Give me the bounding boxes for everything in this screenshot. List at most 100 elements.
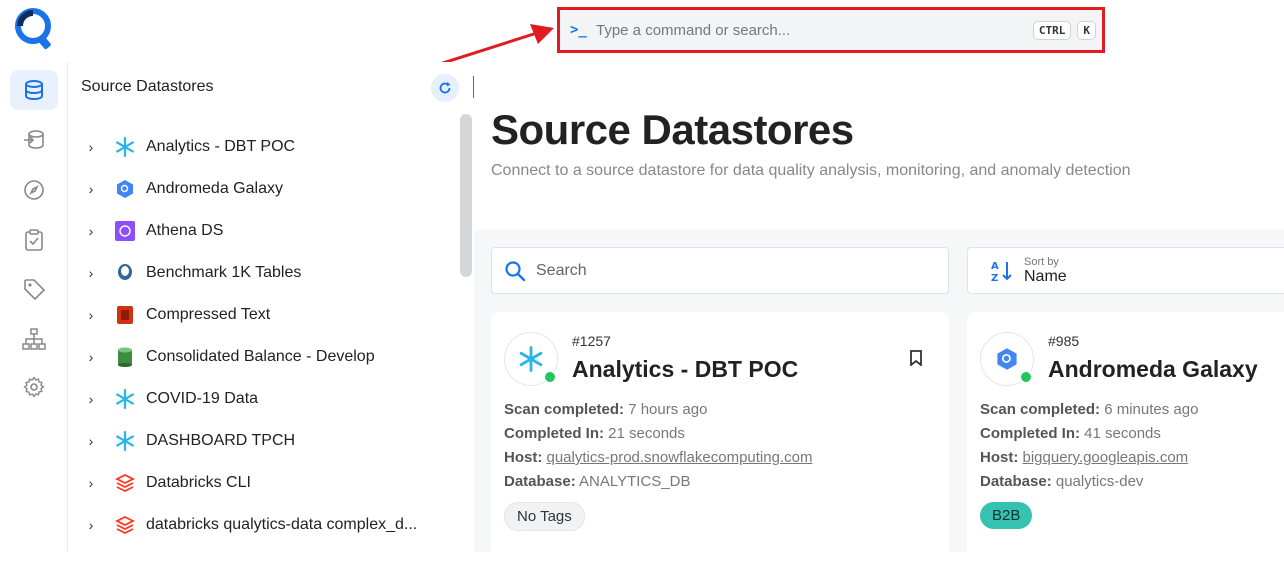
bookmark-icon[interactable]	[909, 350, 923, 366]
tree-item-label: Athena DS	[146, 222, 224, 239]
tree-item-label: Compressed Text	[146, 306, 271, 323]
tree-item-databricks-qualytics-data[interactable]: › databricks qualytics-data complex_d...	[68, 504, 458, 546]
completed-value: 41 seconds	[1084, 425, 1161, 442]
terminal-prompt-icon: >_	[570, 22, 587, 38]
tree-scrollbar[interactable]	[460, 114, 472, 277]
sort-dropdown[interactable]: AZ Sort by Name	[967, 247, 1284, 294]
tag-badge[interactable]: B2B	[980, 502, 1033, 529]
database-icon	[25, 80, 43, 101]
rail-item-flows[interactable]	[10, 319, 58, 359]
snowflake-icon	[114, 430, 136, 452]
snowflake-icon	[114, 388, 136, 410]
datastore-meta: Scan completed: 6 minutes ago Completed …	[980, 398, 1198, 494]
shortcut-key-k: K	[1077, 20, 1096, 40]
host-label: Host:	[980, 449, 1019, 466]
datastore-name[interactable]: Analytics - DBT POC	[572, 356, 798, 383]
command-search-bar[interactable]: >_ Type a command or search... CTRL K	[557, 7, 1105, 53]
s3-icon	[114, 304, 136, 326]
completed-value: 21 seconds	[608, 425, 685, 442]
search-placeholder: Search	[536, 261, 587, 279]
tree-list: › Analytics - DBT POC › Andromeda Galaxy…	[68, 126, 458, 546]
tree-item-analytics-dbt-poc[interactable]: › Analytics - DBT POC	[68, 126, 458, 168]
sort-alpha-icon: AZ	[991, 261, 1012, 283]
tree-item-dashboard-tpch[interactable]: › DASHBOARD TPCH	[68, 420, 458, 462]
chevron-right-icon[interactable]: ›	[68, 433, 114, 449]
sort-caption: Sort by	[1024, 255, 1059, 268]
tree-item-label: Analytics - DBT POC	[146, 138, 296, 155]
tree-item-andromeda-galaxy[interactable]: › Andromeda Galaxy	[68, 168, 458, 210]
datastore-id: #1257	[572, 333, 611, 349]
scan-value: 7 hours ago	[628, 401, 708, 418]
tree-item-label: Consolidated Balance - Develop	[146, 348, 375, 365]
sort-value: Name	[1024, 267, 1067, 285]
tree-item-databricks-cli[interactable]: › Databricks CLI	[68, 462, 458, 504]
refresh-button[interactable]	[431, 74, 459, 102]
shortcut-key-ctrl: CTRL	[1032, 20, 1072, 40]
svg-text:A: A	[991, 261, 999, 272]
tree-item-label: Databricks CLI	[146, 474, 251, 491]
datastore-id: #985	[1048, 333, 1080, 349]
chevron-right-icon[interactable]: ›	[68, 475, 114, 491]
datastore-card[interactable]: #1257 Analytics - DBT POC Scan completed…	[491, 312, 949, 572]
tag-badge[interactable]: No Tags	[504, 502, 585, 531]
datastore-card[interactable]: #985 Andromeda Galaxy Scan completed: 6 …	[967, 312, 1284, 572]
chevron-right-icon[interactable]: ›	[68, 391, 114, 407]
datastore-meta: Scan completed: 7 hours ago Completed In…	[504, 398, 812, 494]
athena-icon	[114, 220, 136, 242]
scan-label: Scan completed:	[504, 401, 625, 418]
status-online-dot	[1019, 370, 1033, 384]
page-title: Source Datastores	[491, 106, 854, 153]
rail-item-tags[interactable]	[10, 269, 58, 309]
tree-item-compressed-text[interactable]: › Compressed Text	[68, 294, 458, 336]
host-link[interactable]: qualytics-prod.snowflakecomputing.com	[547, 449, 813, 466]
rail-item-checks[interactable]	[10, 220, 58, 260]
database-label: Database:	[504, 473, 576, 490]
chevron-right-icon[interactable]: ›	[68, 223, 114, 239]
hierarchy-icon	[22, 328, 46, 350]
datastore-search-input[interactable]: Search	[491, 247, 949, 294]
host-label: Host:	[504, 449, 543, 466]
compass-icon	[24, 180, 44, 200]
page-header: Source Datastores Connect to a source da…	[474, 62, 1284, 230]
app-logo[interactable]	[14, 6, 56, 52]
host-link[interactable]: bigquery.googleapis.com	[1023, 449, 1189, 466]
chevron-right-icon[interactable]: ›	[68, 139, 114, 155]
chevron-right-icon[interactable]: ›	[68, 517, 114, 533]
bigquery-icon	[114, 178, 136, 200]
chevron-right-icon[interactable]: ›	[68, 265, 114, 281]
postgres-icon	[114, 262, 136, 284]
refresh-icon	[439, 82, 451, 94]
svg-text:Z: Z	[991, 273, 998, 283]
left-rail-nav	[0, 62, 68, 552]
scan-label: Scan completed:	[980, 401, 1101, 418]
chevron-right-icon[interactable]: ›	[68, 181, 114, 197]
rail-item-enrichment-datastores[interactable]	[10, 120, 58, 160]
scan-value: 6 minutes ago	[1104, 401, 1199, 418]
tree-item-consolidated-balance-develop[interactable]: › Consolidated Balance - Develop	[68, 336, 458, 378]
rail-item-source-datastores[interactable]	[10, 70, 58, 110]
datastore-name[interactable]: Andromeda Galaxy	[1048, 356, 1258, 383]
gear-icon	[23, 376, 45, 398]
tree-item-label: COVID-19 Data	[146, 390, 259, 407]
tree-item-label: databricks qualytics-data complex_d...	[146, 516, 418, 533]
rail-item-explore[interactable]	[10, 170, 58, 210]
database-label: Database:	[980, 473, 1052, 490]
database-value: ANALYTICS_DB	[579, 473, 691, 490]
tree-item-label: DASHBOARD TPCH	[146, 432, 296, 449]
tree-item-covid-19-data[interactable]: › COVID-19 Data	[68, 378, 458, 420]
databricks-icon	[114, 514, 136, 536]
bigquery-icon	[997, 348, 1017, 370]
completed-label: Completed In:	[504, 425, 604, 442]
tree-item-label: Benchmark 1K Tables	[146, 264, 302, 281]
snowflake-icon	[114, 136, 136, 158]
tree-panel-title: Source Datastores	[81, 78, 214, 95]
chevron-right-icon[interactable]: ›	[68, 349, 114, 365]
tree-item-benchmark-1k-tables[interactable]: › Benchmark 1K Tables	[68, 252, 458, 294]
tree-item-label: Andromeda Galaxy	[146, 180, 283, 197]
rail-item-settings[interactable]	[10, 367, 58, 407]
tree-item-athena-ds[interactable]: › Athena DS	[68, 210, 458, 252]
db-cylinder-icon	[114, 346, 136, 368]
chevron-right-icon[interactable]: ›	[68, 307, 114, 323]
databricks-icon	[114, 472, 136, 494]
checklist-icon	[25, 229, 43, 251]
